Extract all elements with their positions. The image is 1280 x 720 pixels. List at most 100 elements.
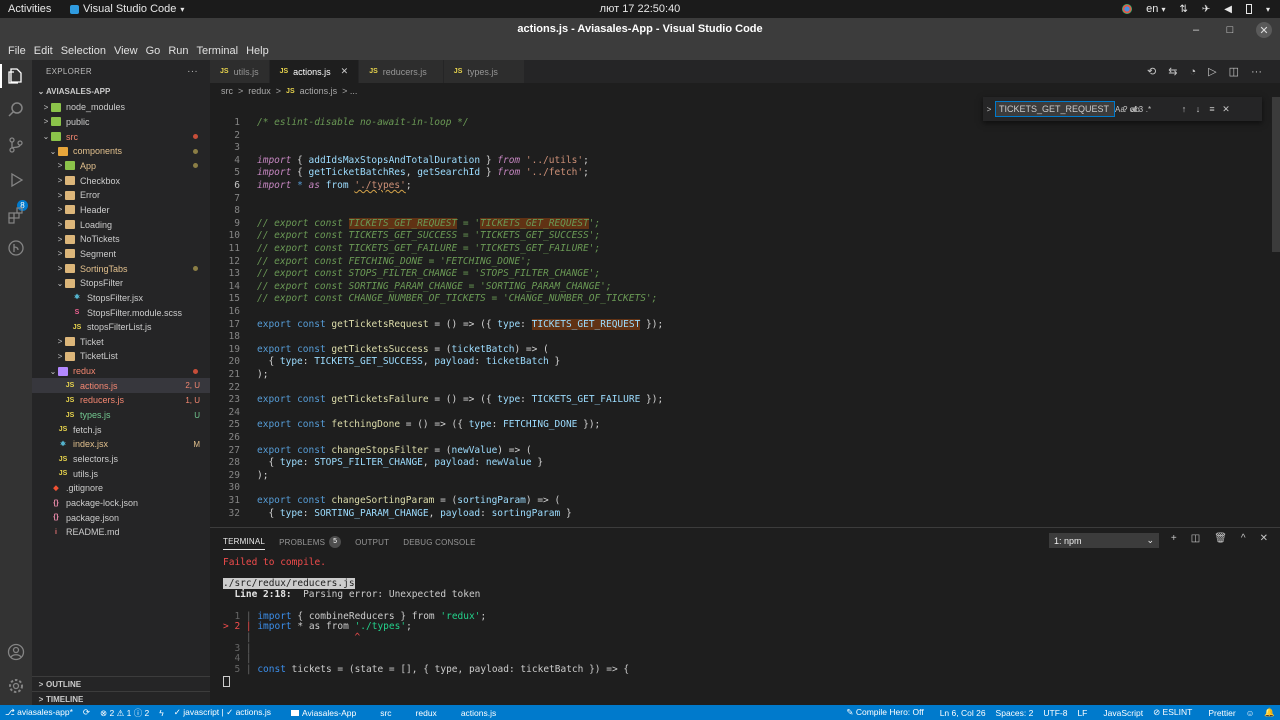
next-match-icon[interactable]: ↓: [1191, 104, 1205, 114]
find-in-selection-icon[interactable]: ≡: [1205, 104, 1219, 114]
tree-item[interactable]: JS actions.js 2, U: [32, 378, 210, 394]
network-icon[interactable]: ⇅: [1180, 4, 1188, 15]
tab-types[interactable]: JS types.js: [443, 60, 525, 83]
breadcrumb-symbols[interactable]: > ...: [342, 86, 357, 96]
tab-output[interactable]: OUTPUT: [355, 534, 389, 550]
git-compare-icon[interactable]: ⇆: [1168, 65, 1177, 78]
status-breadcrumb-src[interactable]: src: [375, 708, 396, 718]
status-cursor-position[interactable]: Ln 6, Col 26: [935, 708, 991, 718]
split-editor-icon[interactable]: ◫: [1229, 65, 1239, 78]
tree-item[interactable]: > Checkbox: [32, 173, 210, 188]
tab-close-icon[interactable]: ✕: [341, 66, 349, 77]
tree-item[interactable]: ⌄ src: [32, 129, 210, 144]
tree-item[interactable]: ⌄ redux: [32, 364, 210, 379]
toggle-replace-icon[interactable]: >: [983, 105, 995, 114]
language-selector[interactable]: en ▾: [1146, 3, 1165, 15]
close-find-icon[interactable]: ✕: [1219, 104, 1233, 115]
maximize-panel-icon[interactable]: ^: [1241, 533, 1246, 544]
outline-section[interactable]: > OUTLINE: [32, 676, 210, 691]
find-input[interactable]: TICKETS_GET_REQUEST Aa ab .*: [995, 101, 1151, 117]
extensions-icon[interactable]: [6, 205, 26, 225]
tree-item[interactable]: {} package-lock.json: [32, 496, 210, 511]
tree-item[interactable]: JS types.js U: [32, 408, 210, 423]
tree-item[interactable]: > App: [32, 159, 210, 174]
status-prettier[interactable]: Prettier: [1203, 708, 1240, 718]
status-breadcrumb-file[interactable]: actions.js: [456, 708, 501, 718]
breadcrumb-src[interactable]: src: [221, 86, 233, 96]
breadcrumb-redux[interactable]: redux: [248, 86, 271, 96]
tree-item[interactable]: > SortingTabs: [32, 261, 210, 276]
power-menu-caret[interactable]: ▾: [1266, 5, 1270, 14]
code-editor[interactable]: 1/* eslint-disable no-await-in-loop */2 3…: [210, 117, 1272, 527]
editor-scrollbar-thumb[interactable]: [1272, 97, 1280, 252]
maximize-icon[interactable]: □: [1222, 22, 1238, 38]
chrome-icon[interactable]: [1122, 4, 1133, 14]
menu-view[interactable]: View: [110, 45, 142, 57]
tree-item[interactable]: JS selectors.js: [32, 452, 210, 467]
status-language-mode[interactable]: JavaScript: [1098, 708, 1148, 718]
menu-file[interactable]: File: [4, 45, 30, 57]
account-icon[interactable]: [6, 642, 26, 662]
menu-help[interactable]: Help: [242, 45, 273, 57]
activities-button[interactable]: Activities: [0, 3, 70, 15]
tree-item[interactable]: JS reducers.js 1, U: [32, 393, 210, 408]
breadcrumb-file[interactable]: actions.js: [300, 86, 338, 96]
timeline-section[interactable]: > TIMELINE: [32, 691, 210, 706]
clock[interactable]: лют 17 22:50:40: [600, 3, 681, 15]
status-compile-hero[interactable]: ✎ Compile Hero: Off: [841, 707, 928, 718]
tree-item[interactable]: ⌄ StopsFilter: [32, 276, 210, 291]
tab-terminal[interactable]: TERMINAL: [223, 534, 266, 550]
menu-edit[interactable]: Edit: [30, 45, 57, 57]
tree-item[interactable]: > NoTickets: [32, 232, 210, 247]
tree-item[interactable]: JS utils.js: [32, 466, 210, 481]
tree-item[interactable]: > public: [32, 115, 210, 130]
close-icon[interactable]: ✕: [1256, 22, 1272, 38]
status-eol[interactable]: LF: [1072, 708, 1092, 718]
menu-go[interactable]: Go: [142, 45, 165, 57]
status-sync-icon[interactable]: ⟳: [78, 707, 95, 718]
menu-terminal[interactable]: Terminal: [193, 45, 243, 57]
previous-match-icon[interactable]: ↑: [1177, 104, 1191, 114]
open-changes-icon[interactable]: ◔: [1189, 66, 1196, 78]
airplane-icon[interactable]: ✈: [1202, 4, 1210, 15]
tree-item[interactable]: > Error: [32, 188, 210, 203]
battery-icon[interactable]: [1245, 4, 1252, 14]
status-breadcrumb-project[interactable]: Aviasales-App: [286, 708, 361, 718]
run-debug-icon[interactable]: [6, 170, 26, 190]
kill-terminal-icon[interactable]: 🗑: [1214, 533, 1227, 544]
new-terminal-icon[interactable]: +: [1171, 533, 1177, 544]
tree-item[interactable]: > Segment: [32, 247, 210, 262]
status-indentation[interactable]: Spaces: 2: [991, 708, 1039, 718]
tab-actions[interactable]: JS actions.js ✕: [269, 60, 360, 83]
tree-item[interactable]: ⌄ components: [32, 144, 210, 159]
tree-item[interactable]: {} package.json: [32, 510, 210, 525]
terminal-select[interactable]: 1: npm ⌄: [1049, 533, 1159, 548]
more-actions-icon[interactable]: ···: [187, 66, 198, 77]
tree-item[interactable]: JS stopsFilterList.js: [32, 320, 210, 335]
status-eslint[interactable]: ⊘ ESLINT: [1148, 707, 1197, 718]
project-section-header[interactable]: ⌄ AVIASALES-APP: [32, 82, 210, 100]
tree-item[interactable]: ⚛ StopsFilter.jsx: [32, 291, 210, 306]
tree-item[interactable]: > Header: [32, 203, 210, 218]
tree-item[interactable]: ◆ .gitignore: [32, 481, 210, 496]
git-graph-icon[interactable]: [6, 238, 26, 258]
more-actions-icon[interactable]: ···: [1251, 66, 1262, 78]
status-eslint-scope[interactable]: ✓ javascript | ✓ actions.js: [169, 707, 276, 718]
tree-item[interactable]: S StopsFilter.module.scss: [32, 305, 210, 320]
status-encoding[interactable]: UTF-8: [1038, 708, 1072, 718]
tree-item[interactable]: ⚛ index.jsx M: [32, 437, 210, 452]
status-problems[interactable]: ⊗ 2 ⚠ 1 ⓘ 2: [95, 707, 154, 719]
run-file-icon[interactable]: ▷: [1208, 65, 1216, 78]
tab-debug-console[interactable]: DEBUG CONSOLE: [403, 534, 475, 550]
status-lightning-icon[interactable]: ϟ: [154, 708, 169, 718]
settings-gear-icon[interactable]: [6, 676, 26, 696]
tree-item[interactable]: i README.md: [32, 525, 210, 540]
notifications-bell-icon[interactable]: 🔔: [1259, 707, 1280, 718]
tab-reducers[interactable]: JS reducers.js: [359, 60, 444, 83]
explorer-icon[interactable]: [6, 66, 26, 86]
tree-item[interactable]: > Ticket: [32, 335, 210, 350]
close-panel-icon[interactable]: ✕: [1260, 533, 1268, 544]
feedback-icon[interactable]: ☺: [1241, 708, 1260, 718]
minimize-icon[interactable]: –: [1188, 22, 1204, 38]
tree-item[interactable]: JS fetch.js: [32, 422, 210, 437]
